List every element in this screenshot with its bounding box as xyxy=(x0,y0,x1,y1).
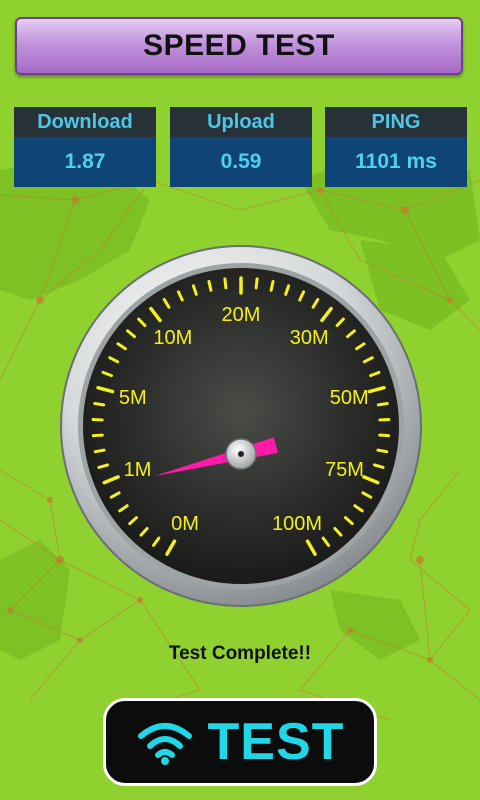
upload-value: 0.59 xyxy=(220,150,262,173)
ping-stat-card: PING 1101 ms xyxy=(325,107,467,187)
ping-label: PING xyxy=(325,107,467,137)
gauge-tick xyxy=(93,448,106,454)
start-test-button[interactable]: TEST xyxy=(103,698,377,786)
gauge-tick xyxy=(269,280,275,292)
gauge-scale-label: 75M xyxy=(325,459,364,481)
gauge-scale-label: 100M xyxy=(272,513,322,535)
gauge-tick xyxy=(376,448,389,454)
gauge-tick xyxy=(376,401,389,407)
download-label: Download xyxy=(14,107,156,137)
speedometer-gauge: 0M 1M 5M 10M 20M 30M 50M 75M 100M xyxy=(60,245,422,607)
gauge-scale-label: 1M xyxy=(124,459,152,481)
upload-label: Upload xyxy=(170,107,312,137)
download-value: 1.87 xyxy=(64,150,106,173)
ping-value: 1101 ms xyxy=(355,150,437,173)
app-title-bar: SPEED TEST xyxy=(15,17,463,75)
upload-stat-card: Upload 0.59 xyxy=(170,107,312,187)
gauge-scale-label: 5M xyxy=(119,387,147,409)
test-status-text: Test Complete!! xyxy=(168,643,312,664)
gauge-scale-label: 30M xyxy=(290,327,329,349)
gauge-tick xyxy=(254,277,259,290)
gauge-scale-label: 20M xyxy=(222,304,261,326)
gauge-scale-label: 10M xyxy=(153,327,192,349)
gauge-tick xyxy=(207,280,213,292)
download-stat-card: Download 1.87 xyxy=(14,107,156,187)
app-title: SPEED TEST xyxy=(143,29,335,62)
gauge-hub-pin xyxy=(238,451,244,457)
wifi-icon xyxy=(137,723,192,765)
test-button-label: TEST xyxy=(207,713,345,771)
gauge-scale-label: 50M xyxy=(330,387,369,409)
gauge-tick xyxy=(91,433,104,438)
gauge-scale-label: 0M xyxy=(171,513,199,535)
gauge-tick xyxy=(378,433,391,438)
gauge-tick xyxy=(223,277,228,290)
gauge-tick xyxy=(93,401,106,407)
